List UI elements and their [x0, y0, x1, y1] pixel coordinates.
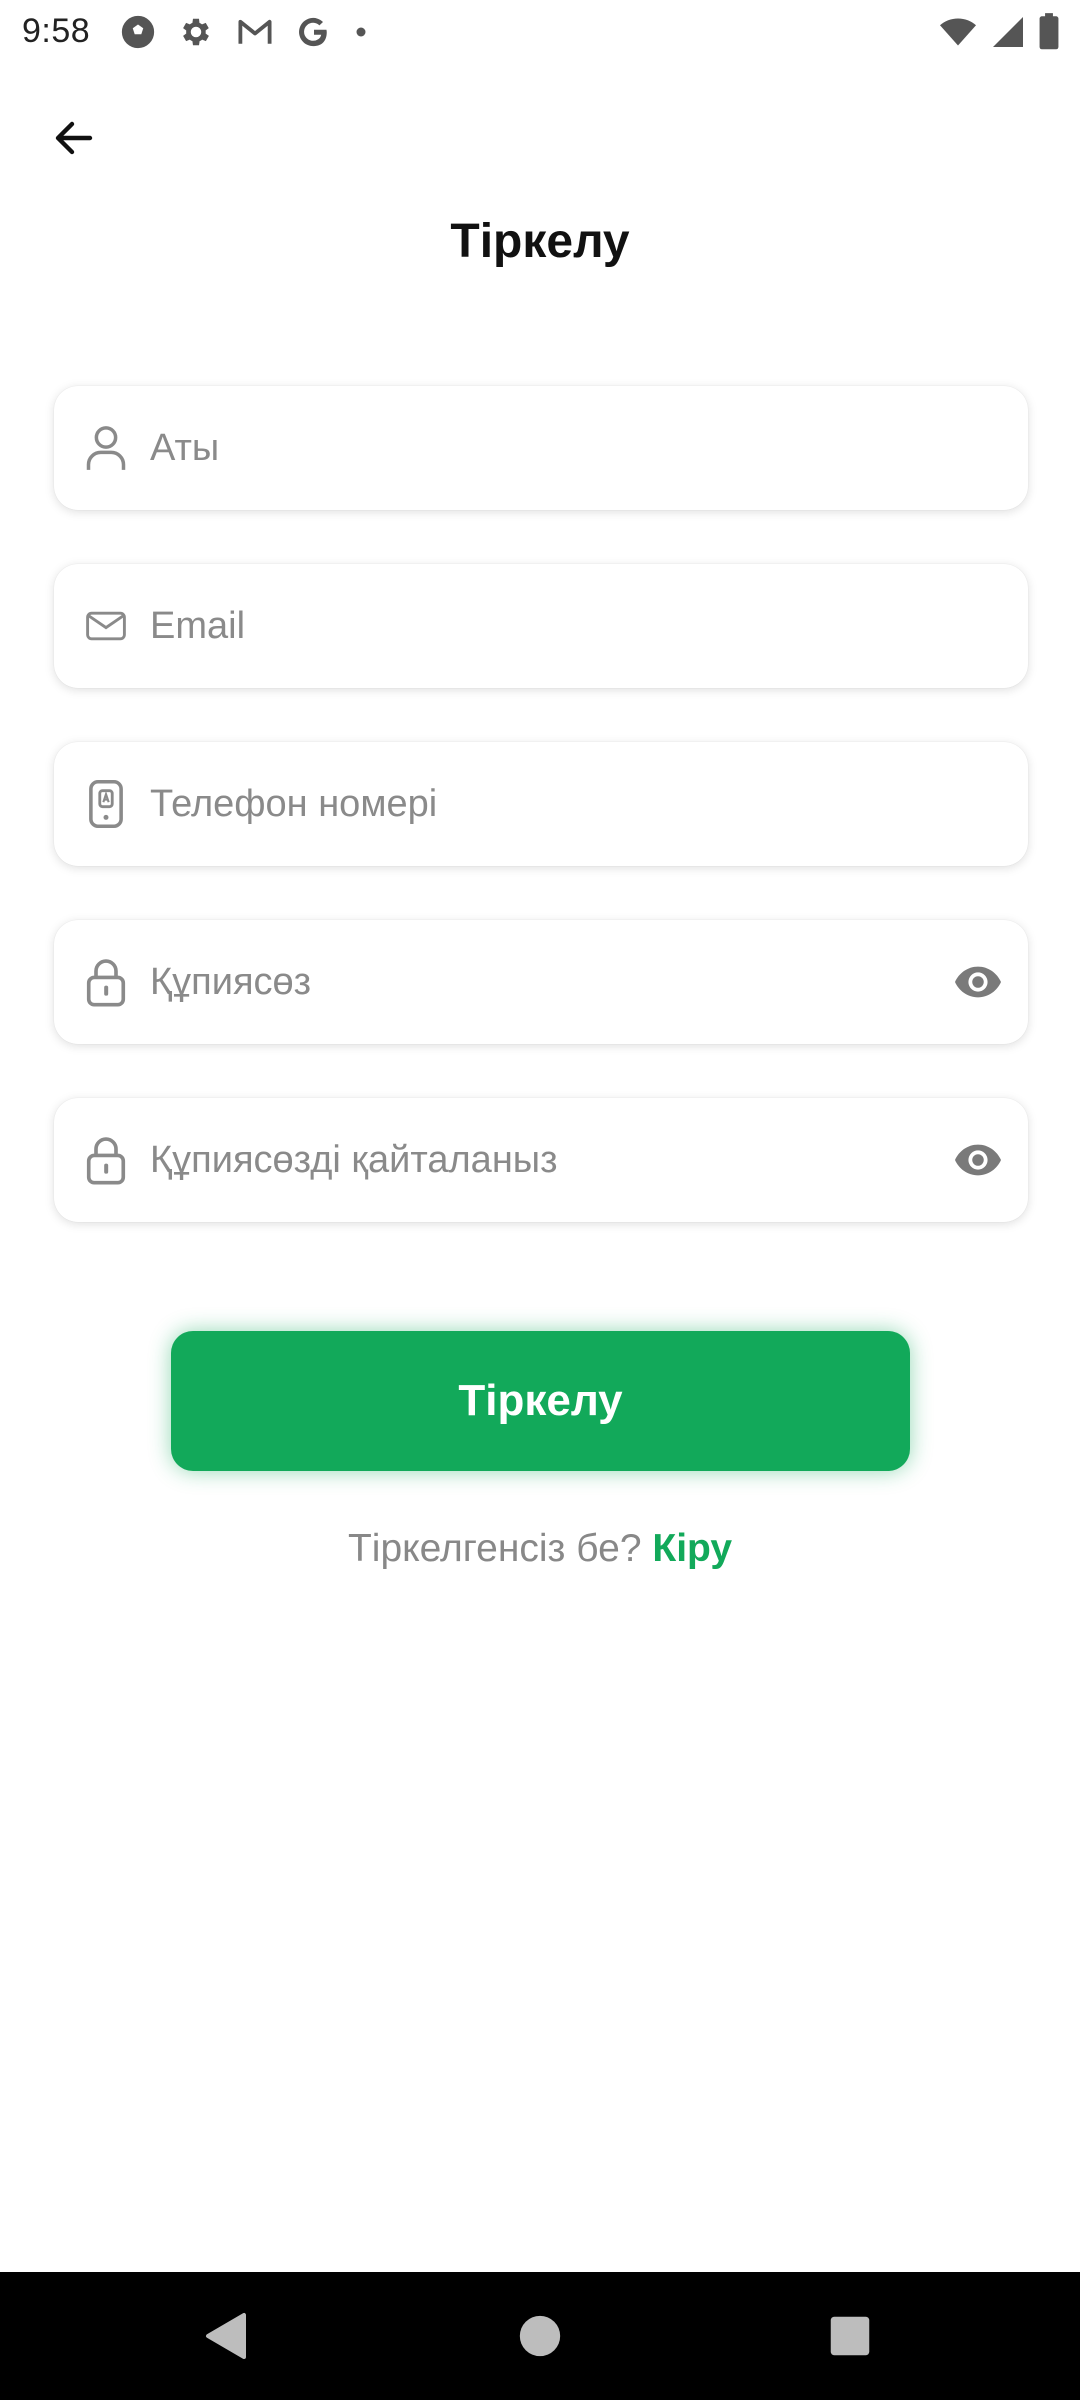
show-password-repeat-toggle[interactable] — [952, 1136, 1004, 1184]
login-prompt: Тіркелгенсіз бе? Кіру — [0, 1527, 1080, 1571]
login-link[interactable]: Кіру — [652, 1527, 732, 1570]
triangle-back-icon — [206, 2313, 246, 2359]
lock-icon — [80, 956, 132, 1008]
phone-input[interactable] — [150, 742, 950, 866]
eye-icon — [955, 966, 1001, 998]
gear-icon — [183, 18, 209, 46]
soccer-ball-icon — [121, 15, 155, 49]
email-input[interactable] — [150, 564, 950, 688]
password-repeat-input[interactable] — [150, 1098, 950, 1222]
square-recents-icon — [830, 2316, 870, 2356]
status-bar: 9:58 — [0, 0, 1080, 62]
gmail-icon — [238, 19, 272, 44]
mail-icon — [80, 600, 132, 652]
wifi-icon — [940, 18, 976, 46]
navigation-bar — [0, 2272, 1080, 2400]
password-field[interactable] — [54, 920, 1028, 1044]
email-field[interactable] — [54, 564, 1028, 688]
show-password-toggle[interactable] — [952, 958, 1004, 1006]
password-repeat-field[interactable] — [54, 1098, 1028, 1222]
arrow-left-icon — [55, 121, 93, 155]
circle-home-icon — [519, 2315, 561, 2357]
battery-icon — [1039, 13, 1059, 50]
login-question: Тіркелгенсіз бе? — [347, 1527, 642, 1570]
lock-icon — [80, 1134, 132, 1186]
nav-back-button[interactable] — [190, 2300, 262, 2372]
notification-icons — [120, 12, 368, 52]
name-field[interactable] — [54, 386, 1028, 510]
nav-recents-button[interactable] — [814, 2300, 886, 2372]
phone-field[interactable] — [54, 742, 1028, 866]
eye-icon — [955, 1144, 1001, 1176]
system-icons — [938, 12, 1060, 52]
password-input[interactable] — [150, 920, 950, 1044]
person-icon — [80, 422, 132, 474]
nav-home-button[interactable] — [504, 2300, 576, 2372]
name-input[interactable] — [150, 386, 950, 510]
page-title: Тіркелу — [450, 215, 630, 268]
google-icon — [299, 17, 327, 47]
register-button[interactable]: Тіркелу — [171, 1331, 910, 1471]
status-time: 9:58 — [22, 12, 91, 50]
dot-icon — [356, 27, 366, 37]
back-button[interactable] — [40, 104, 108, 172]
phone-icon — [80, 778, 132, 830]
signal-icon — [993, 17, 1023, 47]
